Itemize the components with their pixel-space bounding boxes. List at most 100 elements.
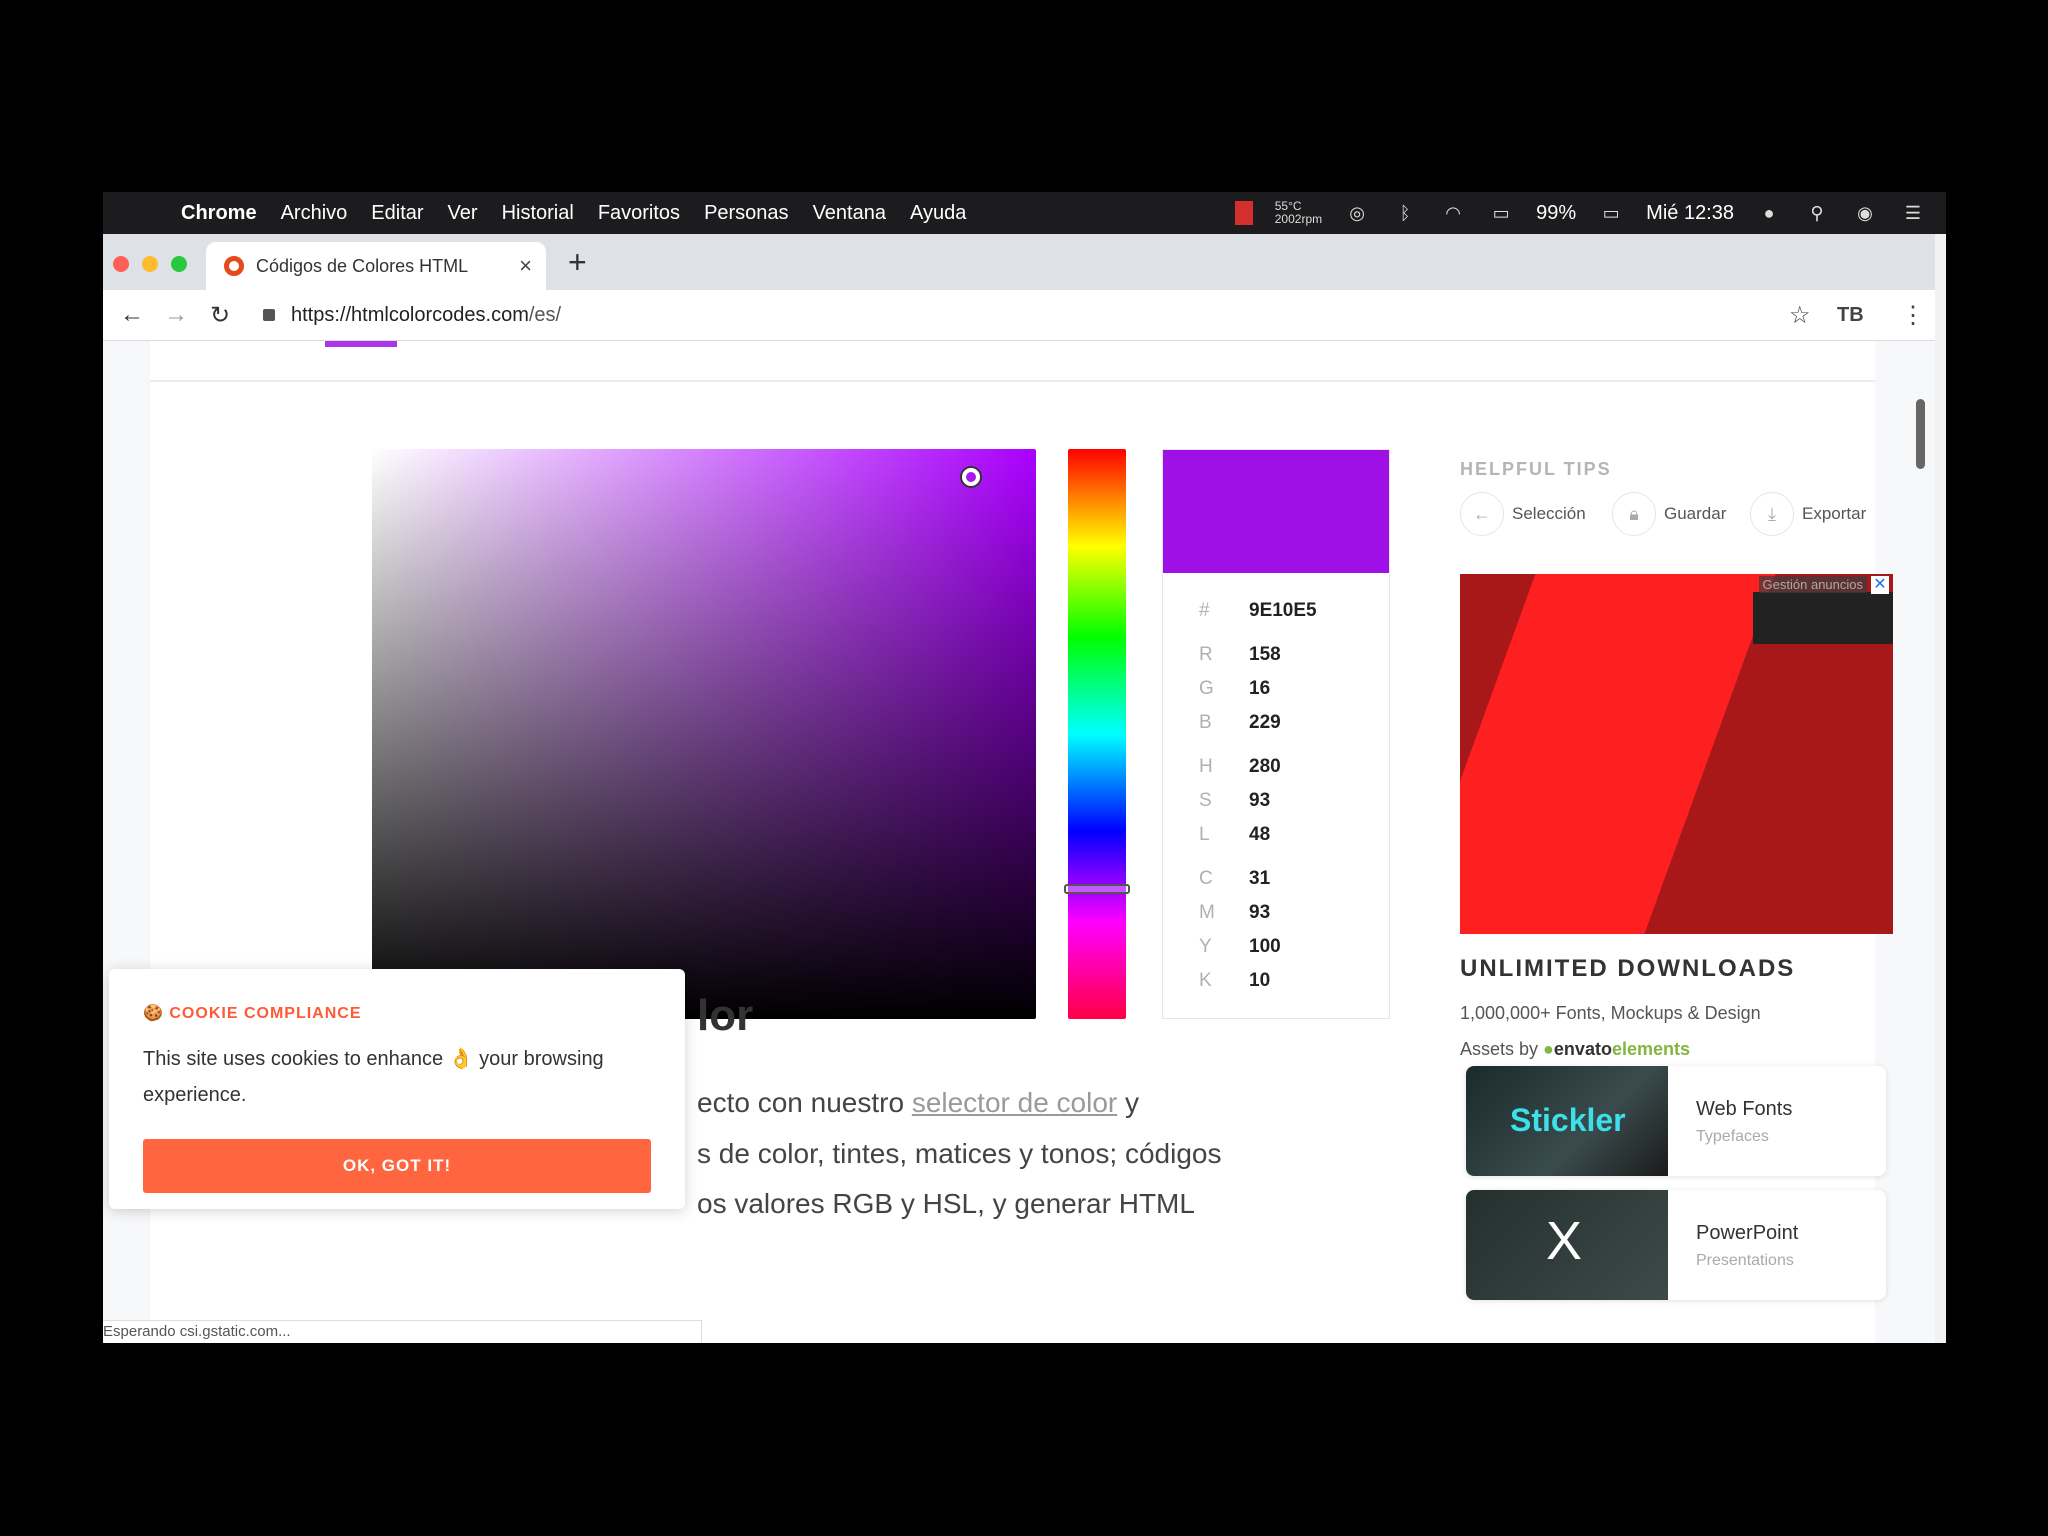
siri-icon[interactable]: ◉ xyxy=(1852,202,1878,224)
cmyk-value-k[interactable]: 10 xyxy=(1249,970,1270,992)
hsl-value-h[interactable]: 280 xyxy=(1249,756,1281,778)
cookie-accept-button[interactable]: OK, GOT IT! xyxy=(143,1139,651,1193)
creative-cloud-icon[interactable]: ◎ xyxy=(1344,202,1370,224)
hex-value[interactable]: 9E10E5 xyxy=(1249,600,1317,622)
menu-archivo[interactable]: Archivo xyxy=(281,202,348,225)
promo-title: UNLIMITED DOWNLOADS xyxy=(1460,955,1796,982)
battery-percent[interactable]: 99% xyxy=(1536,202,1576,225)
bookmark-star-icon[interactable]: ☆ xyxy=(1789,301,1811,330)
promo-card-web-fonts[interactable]: Stickler Web Fonts Typefaces xyxy=(1466,1066,1886,1176)
menu-ver[interactable]: Ver xyxy=(448,202,478,225)
rgb-label-r: R xyxy=(1199,644,1213,665)
page-scrollbar[interactable] xyxy=(1916,399,1925,469)
rgb-row-g[interactable]: G 16 xyxy=(1199,678,1270,700)
rgb-label-g: G xyxy=(1199,678,1214,699)
hsl-row-l[interactable]: L 48 xyxy=(1199,824,1270,846)
cmyk-value-m[interactable]: 93 xyxy=(1249,902,1270,924)
window-zoom-button[interactable] xyxy=(171,256,187,272)
temp-text: 55°C xyxy=(1274,199,1302,213)
notification-center-icon[interactable]: ☰ xyxy=(1900,202,1926,224)
cmyk-row-k[interactable]: K 10 xyxy=(1199,970,1270,992)
tab-title: Códigos de Colores HTML xyxy=(256,255,469,276)
cmyk-row-c[interactable]: C 31 xyxy=(1199,868,1270,890)
color-picker-link[interactable]: selector de color xyxy=(912,1087,1117,1118)
hsl-label-s: S xyxy=(1199,790,1212,811)
promo-card-title: PowerPoint xyxy=(1696,1222,1799,1244)
tab-close-icon[interactable]: × xyxy=(519,253,532,279)
address-bar[interactable]: https://htmlcolorcodes.com/es/ xyxy=(263,296,1743,334)
rgb-value-g[interactable]: 16 xyxy=(1249,678,1270,700)
ad-close-icon[interactable]: ✕ xyxy=(1871,576,1889,594)
ad-choices-label[interactable]: Gestión anuncios xyxy=(1758,576,1867,593)
hue-slider[interactable] xyxy=(1068,449,1126,1019)
chrome-tabbar: Códigos de Colores HTML × + xyxy=(103,234,1935,290)
airplay-icon[interactable]: ▭ xyxy=(1488,202,1514,224)
temperature-icon[interactable] xyxy=(1234,201,1253,225)
user-icon[interactable]: ● xyxy=(1756,202,1782,224)
saturation-value-knob[interactable] xyxy=(962,468,980,486)
tip-export-button[interactable]: ⤓ Exportar xyxy=(1750,492,1866,536)
menu-ayuda[interactable]: Ayuda xyxy=(910,202,966,225)
bluetooth-icon[interactable]: ᛒ xyxy=(1392,202,1418,224)
cmyk-value-c[interactable]: 31 xyxy=(1249,868,1270,890)
hue-slider-handle[interactable] xyxy=(1064,884,1130,894)
cmyk-label-y: Y xyxy=(1199,936,1212,957)
extension-icon[interactable]: TB xyxy=(1837,304,1864,327)
hsl-value-s[interactable]: 93 xyxy=(1249,790,1270,812)
advertisement[interactable]: Gestión anuncios ✕ xyxy=(1460,574,1893,934)
envato-logo[interactable]: ●envatoelements xyxy=(1543,1039,1690,1059)
rgb-value-b[interactable]: 229 xyxy=(1249,712,1281,734)
promo-assets-by: Assets by xyxy=(1460,1039,1539,1059)
site-favicon-icon xyxy=(224,256,244,276)
chrome-menu-icon[interactable]: ⋮ xyxy=(1901,301,1925,330)
cookie-message: This site uses cookies to enhance 👌 your… xyxy=(143,1048,604,1106)
menu-ventana[interactable]: Ventana xyxy=(813,202,886,225)
new-tab-button[interactable]: + xyxy=(568,244,587,281)
menu-favoritos[interactable]: Favoritos xyxy=(598,202,680,225)
menubar-clock[interactable]: Mié 12:38 xyxy=(1646,202,1734,225)
color-swatch xyxy=(1163,450,1389,573)
rgb-value-r[interactable]: 158 xyxy=(1249,644,1281,666)
menu-historial[interactable]: Historial xyxy=(502,202,574,225)
promo-card-powerpoint[interactable]: X PowerPoint Presentations xyxy=(1466,1190,1886,1300)
cmyk-row-y[interactable]: Y 100 xyxy=(1199,936,1281,958)
menu-editar[interactable]: Editar xyxy=(371,202,423,225)
hsl-label-l: L xyxy=(1199,824,1210,845)
hex-row[interactable]: # 9E10E5 xyxy=(1199,600,1317,622)
window-minimize-button[interactable] xyxy=(142,256,158,272)
wifi-icon[interactable]: ◠ xyxy=(1440,202,1466,224)
back-arrow-icon[interactable]: ← xyxy=(117,301,147,329)
reload-icon[interactable]: ↻ xyxy=(205,301,235,330)
rgb-row-b[interactable]: B 229 xyxy=(1199,712,1281,734)
download-icon: ⤓ xyxy=(1750,492,1794,536)
browser-tab-active[interactable]: Códigos de Colores HTML × xyxy=(206,242,546,290)
menubar-status-area: 55°C 2002rpm ◎ ᛒ ◠ ▭ 99% ▭ Mié 12:38 ● ⚲ … xyxy=(1234,192,1926,234)
tip-selection-button[interactable]: ← Selección xyxy=(1460,492,1586,536)
cmyk-label-k: K xyxy=(1199,970,1212,991)
window-close-button[interactable] xyxy=(113,256,129,272)
fan-readout: 55°C 2002rpm xyxy=(1275,200,1322,226)
promo-card-thumb-text: Stickler xyxy=(1510,1102,1626,1138)
cmyk-row-m[interactable]: M 93 xyxy=(1199,902,1270,924)
rgb-row-r[interactable]: R 158 xyxy=(1199,644,1281,666)
hsl-row-s[interactable]: S 93 xyxy=(1199,790,1270,812)
lock-icon[interactable] xyxy=(263,309,275,321)
body-line-1: ecto con nuestro selector de color y xyxy=(697,1087,1139,1119)
tip-save-button[interactable]: 🔒︎ Guardar xyxy=(1612,492,1726,536)
sticky-color-bar-swatch xyxy=(325,341,397,347)
promo-line1: 1,000,000+ Fonts, Mockups & Design xyxy=(1460,1003,1761,1023)
hsl-row-h[interactable]: H 280 xyxy=(1199,756,1281,778)
battery-icon[interactable]: ▭ xyxy=(1598,202,1624,224)
hsl-value-l[interactable]: 48 xyxy=(1249,824,1270,846)
ad-red-stripe xyxy=(1460,574,1790,934)
forward-arrow-icon[interactable]: → xyxy=(161,301,191,329)
rgb-label-b: B xyxy=(1199,712,1212,733)
cmyk-value-y[interactable]: 100 xyxy=(1249,936,1281,958)
menu-personas[interactable]: Personas xyxy=(704,202,789,225)
saturation-value-area[interactable] xyxy=(372,449,1036,1019)
menu-app-chrome[interactable]: Chrome xyxy=(181,202,257,225)
spotlight-search-icon[interactable]: ⚲ xyxy=(1804,202,1830,224)
cookie-icon: 🍪 xyxy=(143,1005,170,1022)
chrome-toolbar: ← → ↻ https://htmlcolorcodes.com/es/ ☆ T… xyxy=(103,290,1935,341)
promo-card-thumb-text: X xyxy=(1546,1211,1583,1271)
